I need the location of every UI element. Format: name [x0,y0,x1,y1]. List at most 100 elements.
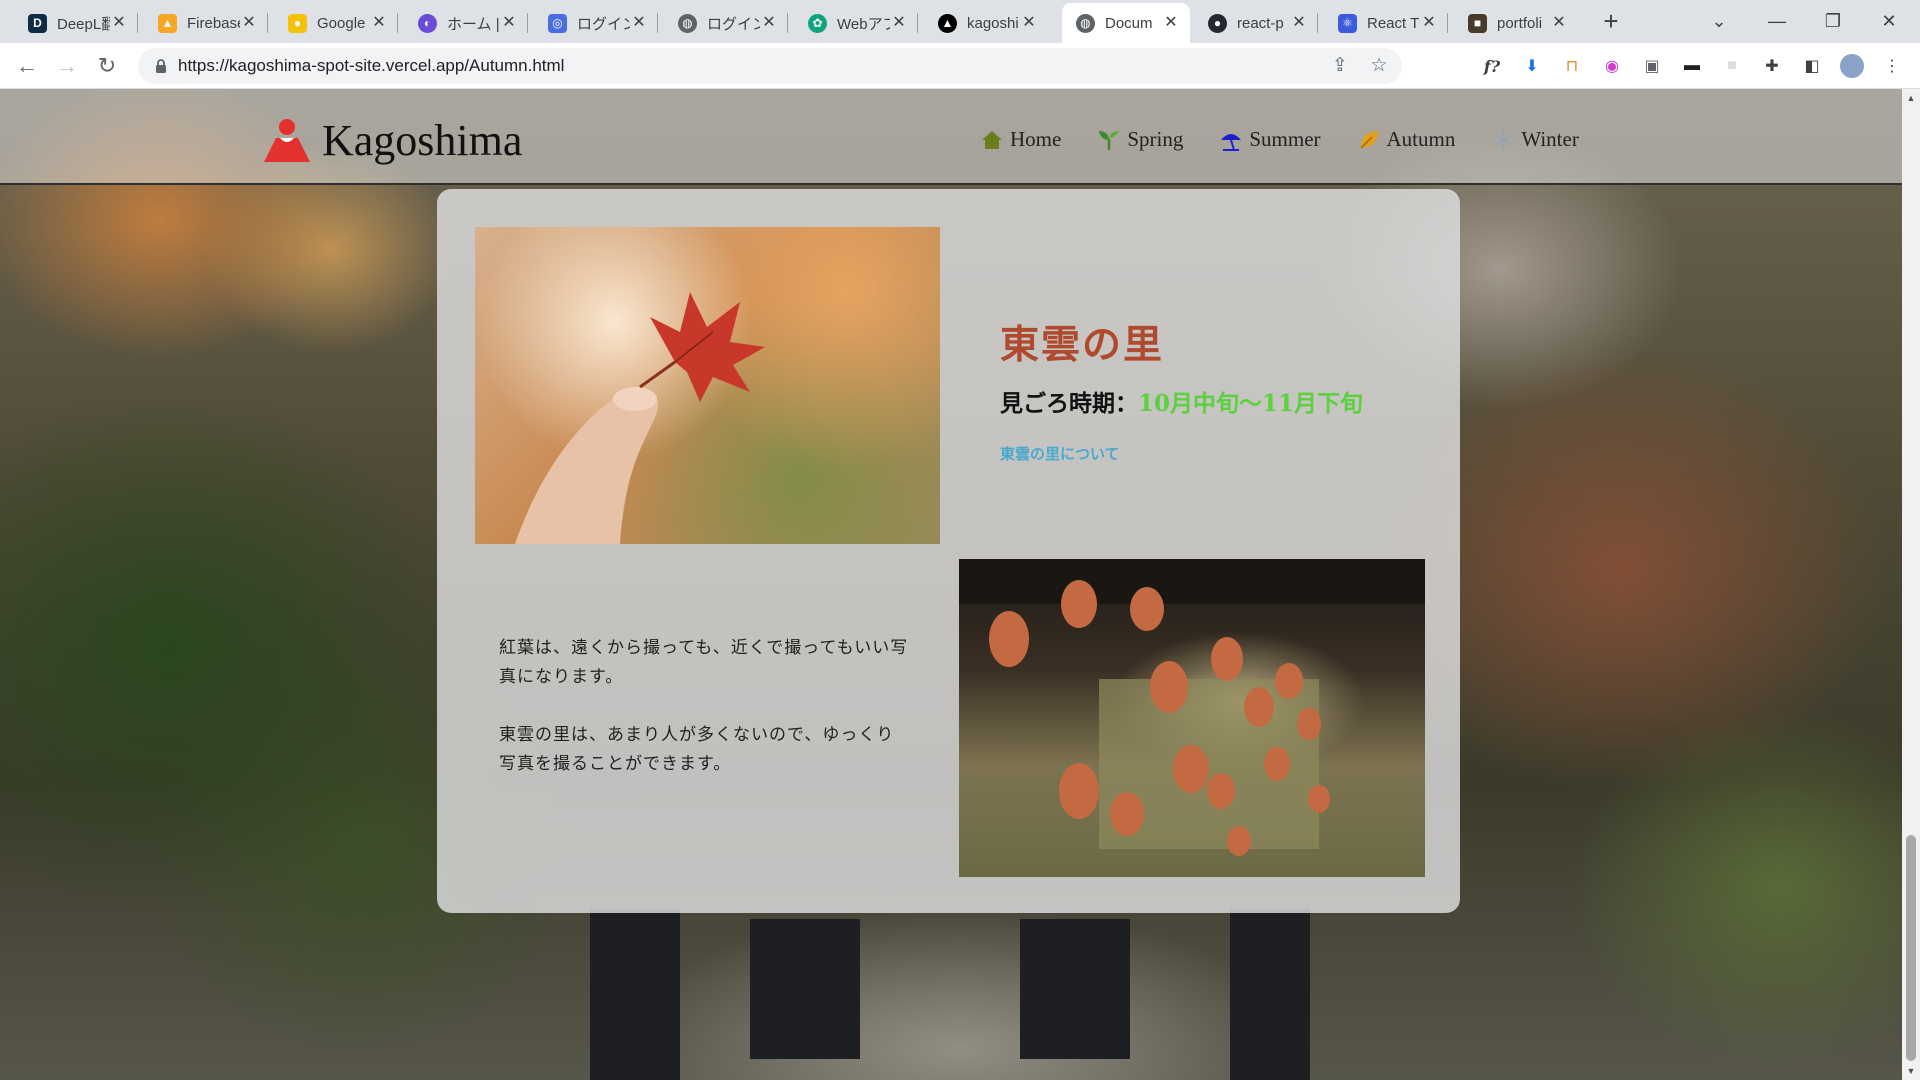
browser-tab[interactable]: ◎ ログイン画 ✕ [534,3,658,43]
menu-kebab-icon[interactable]: ⋮ [1880,54,1904,78]
snowflake-icon [1493,128,1514,151]
scroll-up-icon[interactable]: ▲ [1906,93,1916,103]
nav-item-label: Summer [1249,127,1321,151]
tab-search-icon[interactable]: ⌄ [1704,6,1734,36]
tab-title: React T [1367,14,1420,32]
browser-tab-strip: D DeepL翻訳 ✕ ▲ Firebase ✕ ● Google ✕ ◐ ホー… [0,0,1920,43]
close-tab-icon[interactable]: ✕ [240,14,258,32]
app-icon: ◐ [418,13,437,33]
description-paragraph: 東雲の里は、あまり人が多くないので、ゆっくり写真を撮ることができます。 [499,725,895,774]
close-tab-icon[interactable]: ✕ [1290,14,1308,32]
site-logo[interactable]: Kagoshima [262,115,522,166]
close-tab-icon[interactable]: ✕ [630,14,648,32]
close-tab-icon[interactable]: ✕ [1550,14,1568,32]
browser-tab[interactable]: ■ portfoli ✕ [1454,3,1578,43]
nav-item-home[interactable]: Home [980,127,1061,152]
close-tab-icon[interactable]: ✕ [370,14,388,32]
hanging-persimmons-illustration [959,559,1425,856]
site-nav: Home Spring Summer Autumn Winter [980,127,1615,152]
period-label: 見ごろ時期： [1000,390,1138,417]
color-picker-extension-icon[interactable]: ◉ [1600,54,1624,78]
spot-title: 東雲の里 [1000,322,1165,368]
download-extension-icon[interactable]: ⬇ [1520,54,1544,78]
nav-item-autumn[interactable]: Autumn [1357,127,1456,152]
tab-title: Firebase [187,14,240,32]
volcano-logo-icon [264,118,310,162]
tab-divider [1317,13,1318,33]
browser-tab[interactable]: ◍ ログイン画 ✕ [664,3,788,43]
browser-tab[interactable]: ⚛ React T ✕ [1324,3,1448,43]
close-tab-icon[interactable]: ✕ [1020,14,1038,32]
tab-divider [397,13,398,33]
github-icon: ● [1208,13,1227,33]
minimize-icon[interactable]: — [1762,6,1792,36]
scroll-down-icon[interactable]: ▼ [1906,1066,1916,1076]
ruler-extension-icon[interactable]: ⊓ [1560,54,1584,78]
maximize-icon[interactable]: ❐ [1818,6,1848,36]
close-tab-icon[interactable]: ✕ [1162,14,1180,32]
login-icon: ◎ [548,13,567,33]
close-window-icon[interactable]: ✕ [1874,6,1904,36]
dried-persimmon-photo [959,559,1425,877]
close-tab-icon[interactable]: ✕ [110,14,128,32]
background-gate-post [1020,919,1130,1059]
nav-item-label: Winter [1521,127,1579,151]
browser-tab[interactable]: D DeepL翻訳 ✕ [14,3,138,43]
site-header: Kagoshima Home Spring Summer Autumn Wint… [0,89,1902,185]
nav-item-spring[interactable]: Spring [1097,127,1183,152]
share-icon[interactable]: ⇪ [1328,54,1352,78]
vercel-icon: ▲ [938,13,957,33]
close-tab-icon[interactable]: ✕ [500,14,518,32]
browser-tab[interactable]: ✿ Webアプ ✕ [794,3,918,43]
screenshot-extension-icon[interactable]: ▣ [1640,54,1664,78]
about-spot-link[interactable]: 東雲の里について [1000,443,1120,464]
firebase-icon: ▲ [158,13,177,33]
browser-toolbar: ← → ↻ https://kagoshima-spot-site.vercel… [0,43,1920,89]
tab-divider [917,13,918,33]
tab-divider [657,13,658,33]
lock-icon [156,59,166,73]
nav-item-label: Autumn [1386,127,1456,151]
deepl-icon: D [28,13,47,33]
side-panel-icon[interactable]: ◧ [1800,54,1824,78]
url-text[interactable]: https://kagoshima-spot-site.vercel.app/A… [178,56,564,76]
extensions-puzzle-icon[interactable]: ✚ [1760,54,1784,78]
background-gate-post [590,909,680,1080]
back-icon[interactable]: ← [12,51,42,81]
viewing-period: 見ごろ時期：10月中旬〜11月下旬 [1000,384,1363,418]
browser-tab[interactable]: ◐ ホーム | N ✕ [404,3,528,43]
page-scrollbar[interactable]: ▲ ▼ [1902,89,1920,1080]
globe-icon: ◍ [678,13,697,33]
forward-icon[interactable]: → [52,51,82,81]
tab-divider [137,13,138,33]
openai-icon: ✿ [808,13,827,33]
beach-umbrella-icon [1221,133,1242,151]
logo-text: Kagoshima [322,116,523,165]
leaf-icon [1359,130,1378,149]
nav-item-winter[interactable]: Winter [1491,127,1579,152]
new-tab-icon[interactable]: + [1598,8,1624,35]
scrollbar-thumb[interactable] [1906,835,1916,1061]
close-tab-icon[interactable]: ✕ [1420,14,1438,32]
tab-divider [527,13,528,33]
page-viewport: Kagoshima Home Spring Summer Autumn Wint… [0,89,1902,1080]
close-tab-icon[interactable]: ✕ [760,14,778,32]
terminal-extension-icon[interactable]: ▬ [1680,54,1704,78]
tab-title: ログイン画 [707,15,760,33]
nav-item-summer[interactable]: Summer [1219,127,1321,152]
browser-tab[interactable]: ▲ Firebase ✕ [144,3,268,43]
address-bar[interactable]: https://kagoshima-spot-site.vercel.app/A… [138,48,1402,84]
browser-tab[interactable]: ● react-p ✕ [1194,3,1318,43]
blank-extension-icon[interactable]: ■ [1720,54,1744,78]
reload-icon[interactable]: ↻ [92,51,122,81]
browser-tab[interactable]: ▲ kagoshi ✕ [924,3,1048,43]
globe-icon: ◍ [1076,13,1095,33]
close-tab-icon[interactable]: ✕ [890,14,908,32]
browser-tab-active[interactable]: ◍ Docum ✕ [1062,3,1190,43]
profile-avatar[interactable] [1840,54,1864,78]
spot-description: 紅葉は、遠くから撮っても、近くで撮ってもいい写真になります。 東雲の里は、あまり… [499,634,909,808]
bookmark-star-icon[interactable]: ☆ [1367,54,1391,78]
formula-extension-icon[interactable]: f? [1480,54,1504,78]
browser-tab[interactable]: ● Google ✕ [274,3,398,43]
tab-divider [787,13,788,33]
